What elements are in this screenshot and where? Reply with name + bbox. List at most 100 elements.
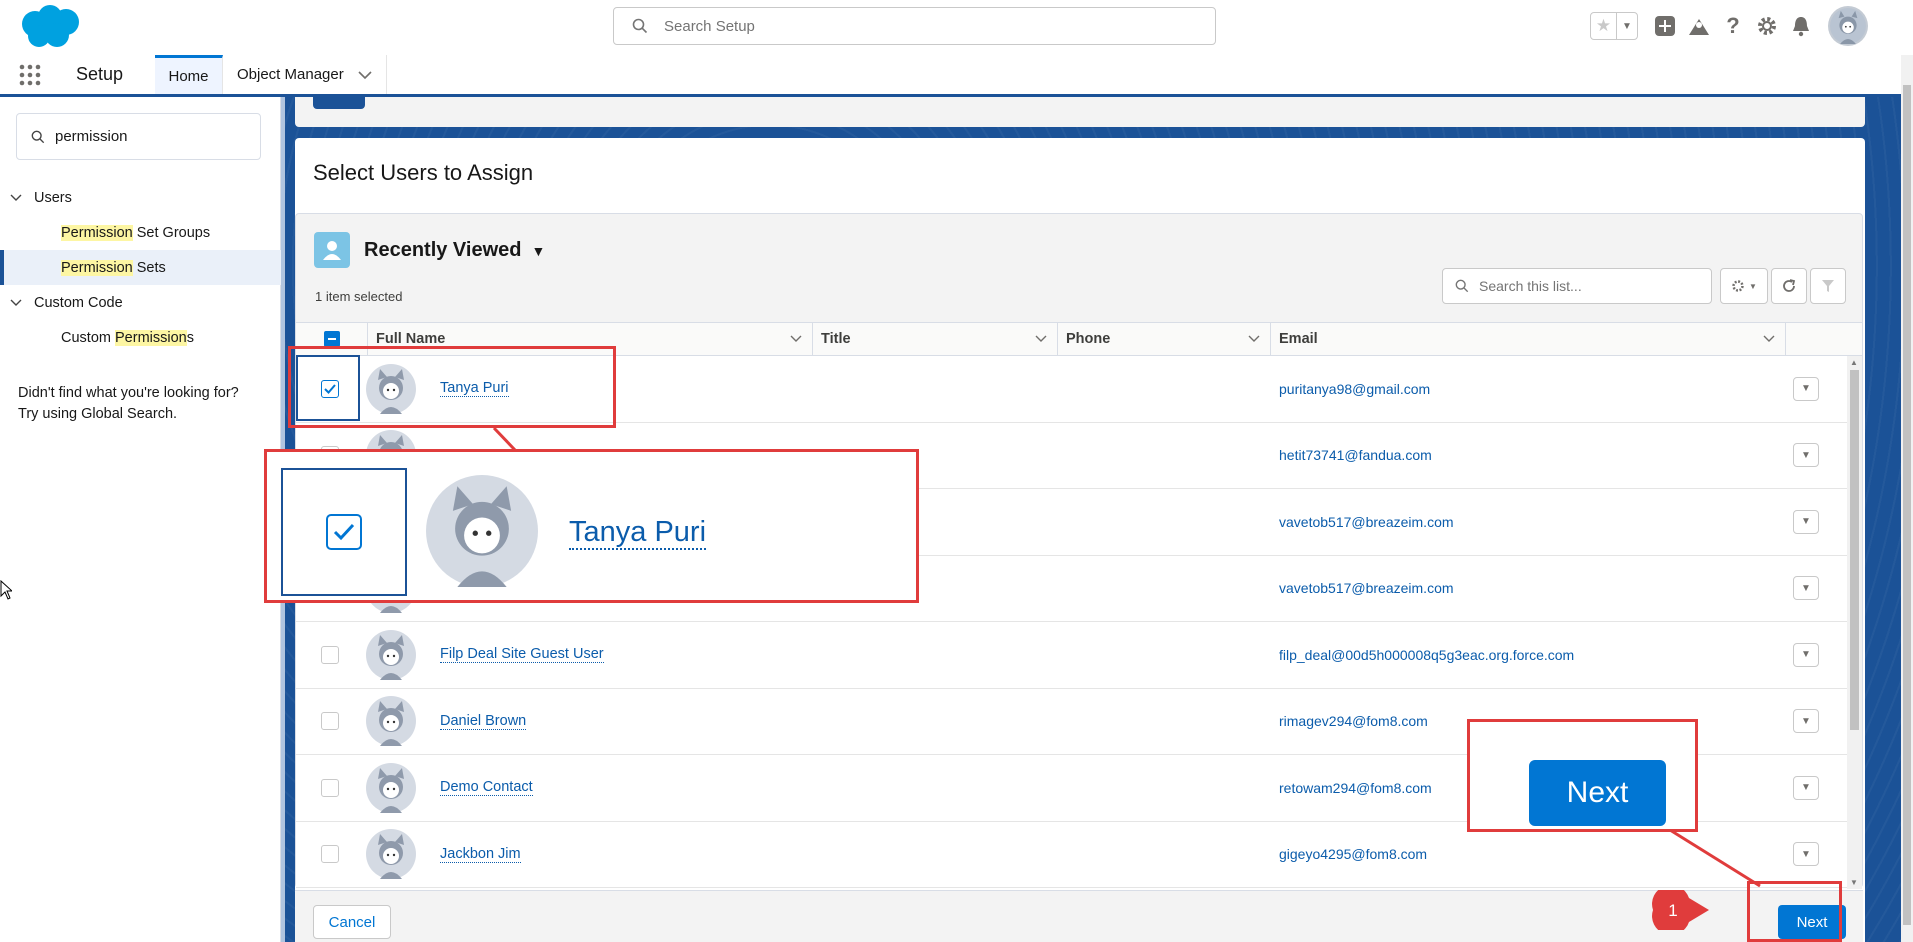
tree-item-prefix: Custom [61, 329, 115, 346]
user-email-link[interactable]: retowam294@fom8.com [1279, 780, 1432, 796]
user-name-link[interactable]: Daniel Brown [440, 713, 527, 730]
user-avatar[interactable] [1828, 6, 1868, 46]
didnt-find-hint: Didn't find what you're looking for? Try… [18, 383, 268, 425]
tree-node-custom-code[interactable]: Custom Code [0, 285, 281, 320]
user-name-link[interactable]: Filp Deal Site Guest User [440, 646, 604, 664]
row-checkbox[interactable] [321, 845, 339, 864]
chevron-down-icon[interactable] [1248, 331, 1260, 347]
row-actions-button[interactable]: ▼ [1793, 775, 1819, 800]
tab-object-manager[interactable]: Object Manager [223, 55, 387, 94]
section-title: Select Users to Assign [313, 160, 534, 185]
favorites-star-icon[interactable]: ★ [1591, 13, 1617, 39]
user-email-link[interactable]: rimagev294@fom8.com [1279, 713, 1428, 729]
search-icon [31, 130, 45, 143]
row-checkbox[interactable] [321, 645, 339, 664]
user-avatar [366, 696, 416, 747]
global-header: Search Setup ★ ▼ ? [0, 0, 1913, 55]
selection-count: 1 item selected [315, 289, 403, 304]
user-avatar [366, 762, 416, 813]
didnt-find-line1: Didn't find what you're looking for? [18, 385, 239, 401]
refresh-button[interactable] [1771, 268, 1807, 304]
trailhead-icon[interactable] [1682, 9, 1716, 43]
chevron-down-icon[interactable] [1763, 331, 1775, 347]
user-email-link[interactable]: gigeyo4295@fom8.com [1279, 846, 1427, 862]
row-actions-button[interactable]: ▼ [1793, 709, 1819, 734]
mouse-cursor-icon [0, 580, 12, 600]
user-email-link[interactable]: puritanya98@gmail.com [1279, 381, 1430, 397]
select-all-indeterminate[interactable] [324, 331, 340, 347]
user-avatar [366, 829, 416, 880]
user-email-link[interactable]: vavetob517@breazeim.com [1279, 514, 1454, 530]
page-header [295, 97, 1865, 127]
zoom-checkbox [326, 514, 362, 550]
row-actions-button[interactable]: ▼ [1793, 842, 1819, 867]
setup-sidebar: permission Users Permission Set Groups P… [0, 97, 281, 942]
didnt-find-line2: Try using Global Search. [18, 406, 178, 422]
quick-find-input[interactable]: permission [16, 113, 261, 160]
help-icon[interactable]: ? [1716, 9, 1750, 43]
tab-home[interactable]: Home [155, 55, 223, 94]
user-avatar [366, 629, 416, 680]
tree-item-permission-set-groups[interactable]: Permission Set Groups [0, 215, 281, 250]
setup-gear-icon[interactable] [1750, 9, 1784, 43]
add-icon[interactable] [1648, 9, 1682, 43]
row-checkbox[interactable] [321, 712, 339, 731]
annotation-zoom-row: Tanya Puri [264, 449, 919, 603]
tree-node-users-label: Users [34, 189, 72, 206]
user-email-link[interactable]: filp_deal@00d5h000008q5g3eac.org.force.c… [1279, 647, 1574, 663]
chevron-down-icon[interactable] [790, 331, 802, 347]
row-actions-button[interactable]: ▼ [1793, 642, 1819, 667]
user-email-link[interactable]: vavetob517@breazeim.com [1279, 580, 1454, 596]
caret-down-icon[interactable]: ▼ [531, 243, 545, 259]
row-checkbox[interactable] [321, 778, 339, 797]
favorites-dropdown-icon[interactable]: ▼ [1617, 13, 1637, 39]
row-actions-button[interactable]: ▼ [1793, 376, 1819, 401]
zoom-avatar [426, 475, 538, 587]
user-email-link[interactable]: hetit73741@fandua.com [1279, 447, 1432, 463]
chevron-down-icon[interactable] [10, 295, 34, 311]
filter-button[interactable] [1810, 268, 1846, 304]
column-phone[interactable]: Phone [1058, 323, 1271, 355]
table-scrollbar[interactable]: ▲ ▼ [1847, 356, 1862, 889]
step-number-badge: 1 [1652, 890, 1709, 930]
chevron-down-icon[interactable] [1035, 331, 1047, 347]
app-name: Setup [76, 64, 124, 84]
page-scrollbar[interactable] [1901, 55, 1913, 942]
step-number: 1 [1668, 901, 1677, 920]
column-title[interactable]: Title [813, 323, 1058, 355]
tab-home-label: Home [168, 67, 209, 85]
tree-item-custom-permissions[interactable]: Custom Permission s [0, 320, 281, 355]
cancel-button[interactable]: Cancel [313, 905, 391, 939]
search-icon [632, 18, 648, 34]
wizard-footer: Cancel Next [295, 890, 1863, 942]
context-bar: Setup Home Object Manager [0, 55, 1913, 97]
column-title-label: Title [821, 331, 851, 347]
tree-item-permission-sets[interactable]: Permission Sets [0, 250, 281, 285]
refresh-icon [1783, 279, 1796, 292]
search-list-input[interactable]: Search this list... [1442, 268, 1712, 304]
user-name-link[interactable]: Demo Contact [440, 779, 533, 797]
chevron-down-icon[interactable] [358, 70, 372, 80]
gear-icon [1732, 280, 1744, 292]
tree-node-users[interactable]: Users [0, 180, 281, 215]
chevron-down-icon[interactable] [10, 190, 34, 206]
row-actions-button[interactable]: ▼ [1793, 576, 1819, 601]
table-row[interactable]: Filp Deal Site Guest User filp_deal@00d5h… [296, 622, 1862, 689]
list-settings-button[interactable]: ▼ [1720, 268, 1768, 304]
row-actions-button[interactable]: ▼ [1793, 443, 1819, 468]
list-view-switcher[interactable]: Recently Viewed ▼ [364, 239, 545, 262]
search-setup-input[interactable]: Search Setup [613, 7, 1216, 45]
zoom-checkbox-frame [281, 468, 407, 596]
tab-object-manager-label: Object Manager [237, 66, 344, 83]
column-email-label: Email [1279, 331, 1318, 347]
search-icon [1455, 279, 1469, 293]
app-launcher-icon[interactable] [0, 55, 60, 94]
row-actions-button[interactable]: ▼ [1793, 509, 1819, 534]
user-name-link[interactable]: Jackbon Jim [440, 846, 521, 863]
column-email[interactable]: Email [1271, 323, 1786, 355]
salesforce-logo[interactable] [17, 4, 83, 50]
highlight-text: Permission [61, 259, 133, 276]
favorites-group[interactable]: ★ ▼ [1590, 12, 1638, 40]
list-view-title: Recently Viewed [364, 239, 522, 261]
notification-bell-icon[interactable] [1784, 9, 1818, 43]
